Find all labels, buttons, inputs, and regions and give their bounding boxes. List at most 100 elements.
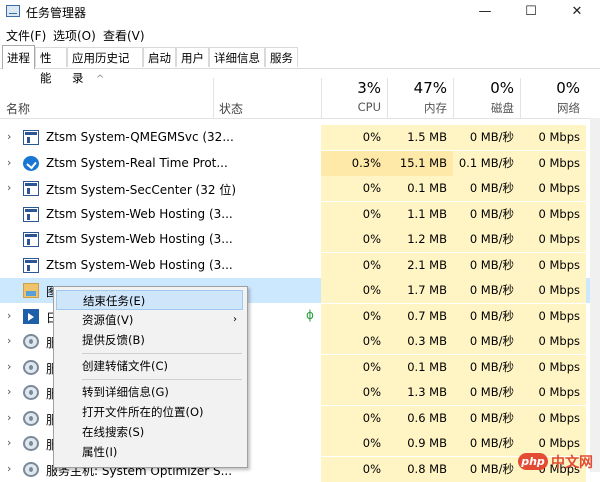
process-row[interactable]: Ztsm System-Web Hosting (3... 0% 1.2 MB 0 M… <box>0 227 600 252</box>
watermark-badge: php <box>518 453 548 470</box>
network-value: 0 Mbps <box>520 202 586 227</box>
process-name: Ztsm System-Web Hosting (3... <box>46 207 233 221</box>
process-row[interactable]: Ztsm System-Web Hosting (3... 0% 2.1 MB 0 M… <box>0 253 600 278</box>
disk-value: 0.1 MB/秒 <box>453 151 520 176</box>
watermark-text: 中文网 <box>551 455 593 471</box>
disk-value: 0 MB/秒 <box>453 431 520 456</box>
menu-view[interactable]: 查看(V) <box>103 27 145 44</box>
cpu-value: 0% <box>321 355 387 380</box>
network-value: 0 Mbps <box>520 355 586 380</box>
cpu-value: 0% <box>321 457 387 482</box>
disk-total[interactable]: 0% <box>453 79 514 97</box>
menu-options[interactable]: 选项(O) <box>53 27 96 44</box>
window-icon <box>23 258 39 273</box>
tab-processes[interactable]: 进程 <box>2 45 35 69</box>
menu-end-task[interactable]: 结束任务(E) <box>56 290 243 310</box>
menu-separator <box>82 379 242 380</box>
window-title: 任务管理器 <box>26 6 87 20</box>
process-name: Ztsm System-SecCenter (32 位) <box>46 183 237 197</box>
image-app-icon <box>23 283 39 298</box>
menu-file[interactable]: 文件(F) <box>6 27 46 44</box>
column-name[interactable]: 名称 <box>6 100 30 117</box>
disk-value: 0 MB/秒 <box>453 176 520 201</box>
expand-chevron-icon[interactable]: › <box>7 462 11 475</box>
network-value: 0 Mbps <box>520 329 586 354</box>
tab-bar: 进程 性能 应用历史记录 启动 用户 详细信息 服务 <box>0 45 600 85</box>
sort-caret-icon[interactable]: ^ <box>96 74 104 85</box>
shield-icon <box>23 156 39 171</box>
disk-value: 0 MB/秒 <box>453 380 520 405</box>
process-name: Ztsm System-QMEGMSvc (32... <box>46 130 234 144</box>
window-icon <box>23 207 39 222</box>
tab-performance[interactable]: 性能 <box>35 47 67 85</box>
memory-value: 1.2 MB <box>387 227 453 252</box>
column-network[interactable]: 网络 <box>520 100 580 116</box>
network-value: 0 Mbps <box>520 151 586 176</box>
memory-value: 1.7 MB <box>387 278 453 303</box>
tab-app-history[interactable]: 应用历史记录 <box>67 47 143 85</box>
process-row[interactable]: Ztsm System-Web Hosting (3... 0% 1.1 MB 0 M… <box>0 202 600 227</box>
gear-icon <box>23 334 39 349</box>
expand-chevron-icon[interactable]: › <box>7 156 11 169</box>
process-row[interactable]: › Ztsm System-Real Time Prot... 0.3% 15.1 M… <box>0 151 600 176</box>
column-header: ^ 名称 状态 3% CPU 47% 内存 0% 磁盘 0% 网络 <box>0 68 600 119</box>
memory-value: 0.3 MB <box>387 329 453 354</box>
expand-chevron-icon[interactable]: › <box>7 385 11 398</box>
expand-chevron-icon[interactable]: › <box>7 360 11 373</box>
column-divider[interactable] <box>213 78 214 118</box>
network-total[interactable]: 0% <box>520 79 580 97</box>
column-status[interactable]: 状态 <box>219 100 243 117</box>
gear-icon <box>23 462 39 477</box>
network-value: 0 Mbps <box>520 227 586 252</box>
memory-total[interactable]: 47% <box>387 79 447 97</box>
expand-chevron-icon[interactable]: › <box>7 334 11 347</box>
disk-value: 0 MB/秒 <box>453 355 520 380</box>
menu-open-location[interactable]: 打开文件所在的位置(O) <box>56 402 243 422</box>
network-value: 0 Mbps <box>520 278 586 303</box>
network-value: 0 Mbps <box>520 380 586 405</box>
menu-goto-details[interactable]: 转到详细信息(G) <box>56 382 243 402</box>
menu-search-online[interactable]: 在线搜索(S) <box>56 422 243 442</box>
cpu-total[interactable]: 3% <box>321 79 381 97</box>
window-icon <box>23 130 39 145</box>
tab-services[interactable]: 服务 <box>265 47 298 67</box>
menu-properties[interactable]: 属性(I) <box>56 442 243 462</box>
media-app-icon <box>23 309 39 324</box>
expand-chevron-icon[interactable]: › <box>7 411 11 424</box>
close-button[interactable]: ✕ <box>554 0 600 24</box>
efficiency-leaf-icon: ϕ <box>306 308 314 322</box>
gear-icon <box>23 385 39 400</box>
disk-value: 0 MB/秒 <box>453 253 520 278</box>
network-value: 0 Mbps <box>520 406 586 431</box>
tab-users[interactable]: 用户 <box>176 47 209 67</box>
disk-value: 0 MB/秒 <box>453 406 520 431</box>
expand-chevron-icon[interactable]: › <box>7 436 11 449</box>
memory-value: 1.3 MB <box>387 380 453 405</box>
disk-value: 0 MB/秒 <box>453 457 520 482</box>
expand-chevron-icon[interactable]: › <box>7 309 11 322</box>
tab-details[interactable]: 详细信息 <box>209 47 265 67</box>
cpu-value: 0% <box>321 125 387 150</box>
task-manager-icon <box>6 5 20 17</box>
menu-feedback[interactable]: 提供反馈(B) <box>56 330 243 350</box>
vertical-scrollbar[interactable] <box>590 118 600 472</box>
cpu-value: 0% <box>321 406 387 431</box>
submenu-arrow-icon: › <box>233 314 237 325</box>
menu-separator <box>82 353 242 354</box>
tab-startup[interactable]: 启动 <box>143 47 176 67</box>
disk-value: 0 MB/秒 <box>453 304 520 329</box>
column-cpu[interactable]: CPU <box>321 100 381 114</box>
menu-create-dump[interactable]: 创建转储文件(C) <box>56 356 243 376</box>
maximize-button[interactable]: ☐ <box>508 0 554 24</box>
process-row[interactable]: › Ztsm System-QMEGMSvc (32... 0% 1.5 MB 0 MB… <box>0 125 600 150</box>
expand-chevron-icon[interactable]: › <box>7 181 11 194</box>
process-row[interactable]: › Ztsm System-SecCenter (32 位) 0% 0.1 MB 0 M… <box>0 176 600 201</box>
process-name: Ztsm System-Real Time Prot... <box>46 156 228 170</box>
expand-chevron-icon[interactable]: › <box>7 130 11 143</box>
cpu-value: 0% <box>321 329 387 354</box>
column-memory[interactable]: 内存 <box>387 100 447 116</box>
disk-value: 0 MB/秒 <box>453 329 520 354</box>
minimize-button[interactable]: — <box>462 0 508 24</box>
menu-resource-values[interactable]: 资源值(V) › <box>56 310 243 330</box>
column-disk[interactable]: 磁盘 <box>453 100 514 116</box>
